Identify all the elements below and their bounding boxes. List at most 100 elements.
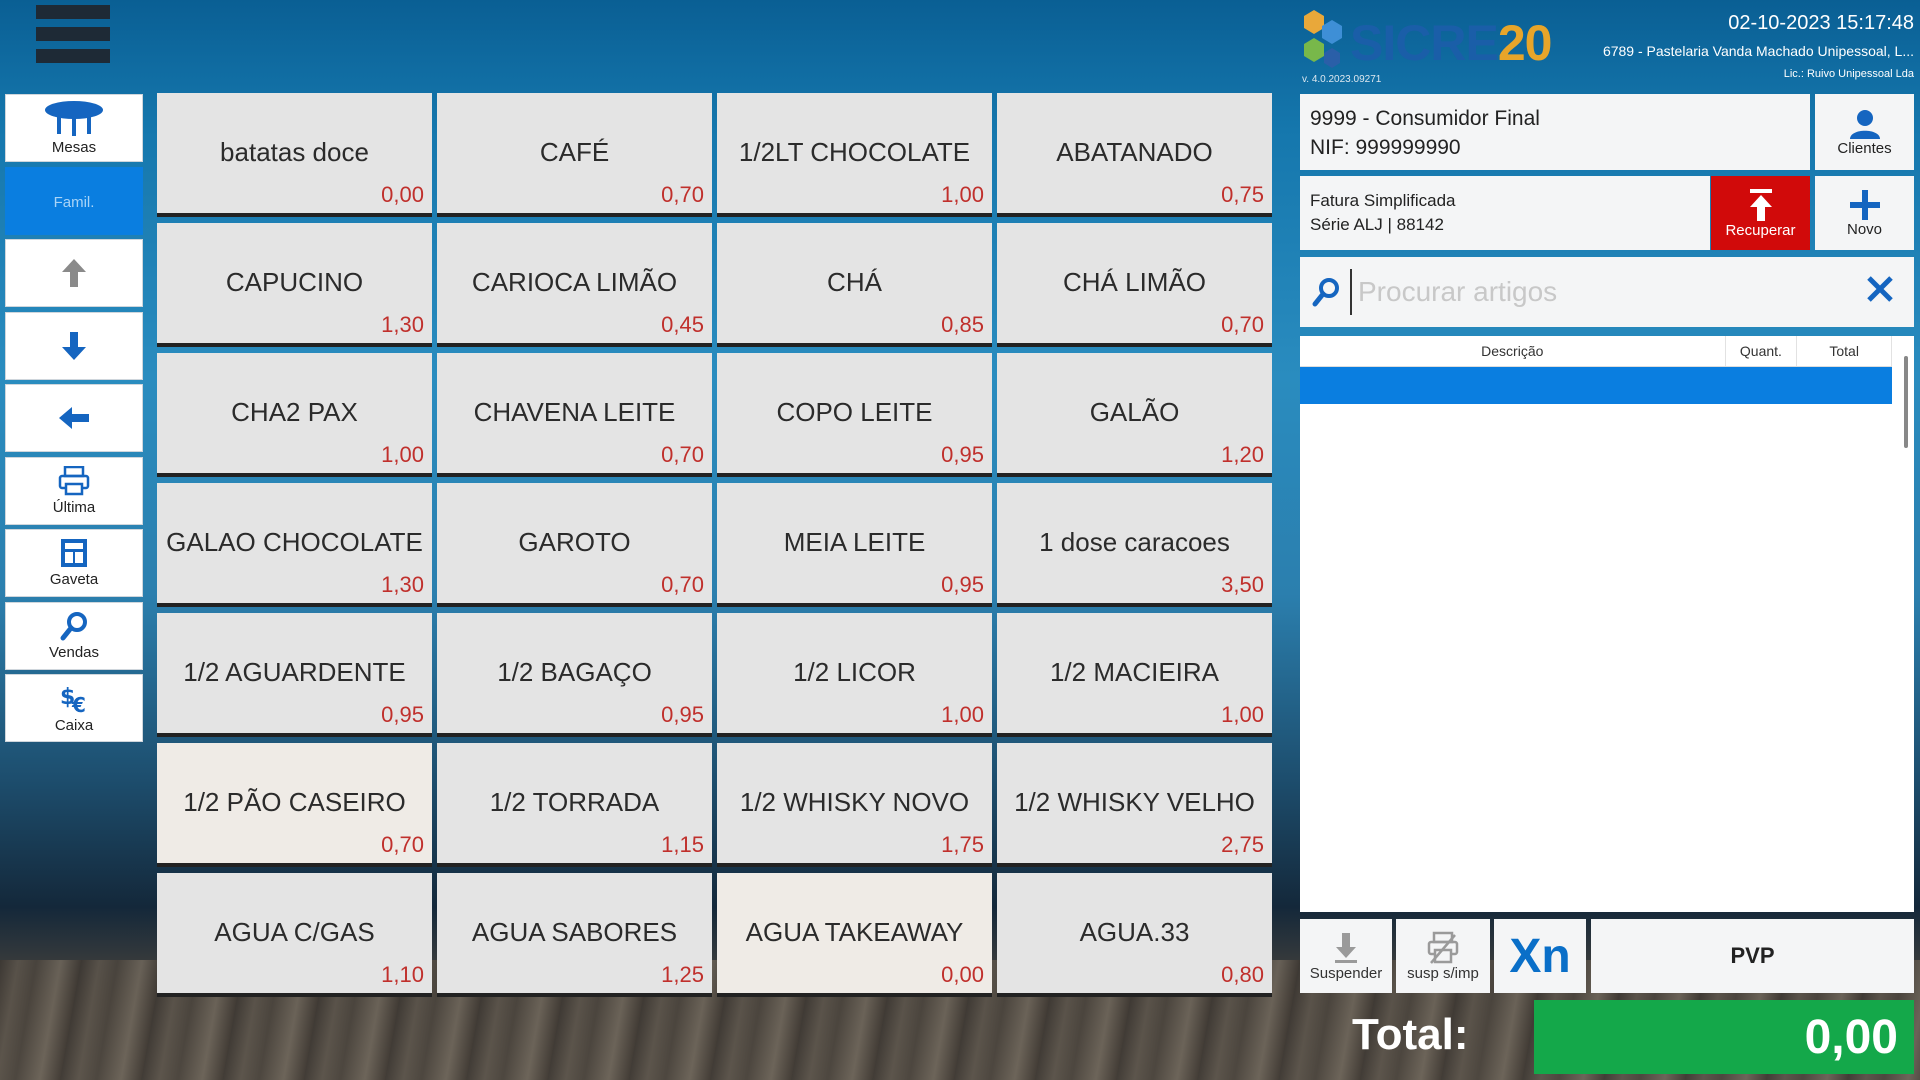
caixa-button[interactable]: $ € Caixa — [5, 674, 143, 742]
ultima-button[interactable]: Última — [5, 456, 143, 525]
product-price: 0,95 — [381, 702, 424, 727]
product-name: GALAO CHOCOLATE — [166, 527, 423, 557]
gaveta-button[interactable]: Gaveta — [5, 529, 143, 597]
product-tile[interactable]: CHÁ 0,85 — [717, 223, 992, 347]
sidebar-item-label: Mesas — [51, 139, 97, 156]
product-price: 0,70 — [661, 442, 704, 467]
product-name: batatas doce — [220, 137, 369, 167]
product-price: 1,25 — [661, 962, 704, 987]
licence-label: Lic.: Ruivo Unipessoal Lda — [1783, 68, 1914, 80]
product-tile[interactable]: CHÁ LIMÃO 0,70 — [997, 223, 1272, 347]
logo-number: 20 — [1497, 15, 1553, 71]
scrollbar[interactable] — [1904, 356, 1908, 448]
company-label: 6789 - Pastelaria Vanda Machado Unipesso… — [1602, 43, 1914, 59]
product-price: 1,10 — [381, 962, 424, 987]
client-name: 9999 - Consumidor Final — [1310, 107, 1540, 130]
product-tile[interactable]: AGUA SABORES 1,25 — [437, 873, 712, 997]
product-tile[interactable]: CAFÉ 0,70 — [437, 93, 712, 217]
table-header: Descrição Quant. Total — [1300, 336, 1893, 367]
product-name: 1/2 WHISKY NOVO — [739, 787, 970, 817]
product-price: 0,70 — [381, 832, 424, 857]
product-name: COPO LEITE — [776, 397, 933, 427]
items-table: Descrição Quant. Total — [1300, 336, 1914, 912]
product-tile[interactable]: GALAO CHOCOLATE 1,30 — [157, 483, 432, 607]
product-tile[interactable]: 1/2 AGUARDENTE 0,95 — [157, 613, 432, 737]
sidebar-item-label: Gaveta — [49, 571, 99, 588]
product-price: 0,70 — [661, 182, 704, 207]
client-nif: NIF: 999999990 — [1310, 136, 1461, 159]
novo-button[interactable]: Novo — [1815, 176, 1914, 250]
search-input[interactable] — [1350, 269, 1840, 315]
product-price: 0,85 — [941, 312, 984, 337]
svg-text:€: € — [71, 693, 86, 714]
product-tile[interactable]: AGUA.33 0,80 — [997, 873, 1272, 997]
product-tile[interactable]: CHAVENA LEITE 0,70 — [437, 353, 712, 477]
product-price: 0,70 — [1221, 312, 1264, 337]
menu-icon[interactable] — [36, 5, 110, 71]
product-tile[interactable]: CAPUCINO 1,30 — [157, 223, 432, 347]
product-tile[interactable]: batatas doce 0,00 — [157, 93, 432, 217]
arrow-down-icon — [62, 331, 86, 360]
product-tile[interactable]: 1/2 MACIEIRA 1,00 — [997, 613, 1272, 737]
document-series: Série ALJ | 88142 — [1310, 215, 1444, 234]
product-tile[interactable]: 1/2 TORRADA 1,15 — [437, 743, 712, 867]
product-tile[interactable]: 1 dose caracoes 3,50 — [997, 483, 1272, 607]
product-tile[interactable]: 1/2 WHISKY VELHO 2,75 — [997, 743, 1272, 867]
document-info: Fatura Simplificada Série ALJ | 88142 — [1300, 176, 1710, 250]
scroll-down-button[interactable] — [5, 311, 143, 380]
product-tile[interactable]: CARIOCA LIMÃO 0,45 — [437, 223, 712, 347]
product-tile[interactable]: ABATANADO 0,75 — [997, 93, 1272, 217]
product-tile[interactable]: 1/2 BAGAÇO 0,95 — [437, 613, 712, 737]
pvp-label: PVP — [1730, 943, 1775, 968]
clientes-label: Clientes — [1837, 139, 1892, 157]
product-tile[interactable]: 1/2 PÃO CASEIRO 0,70 — [157, 743, 432, 867]
product-tile[interactable]: 1/2LT CHOCOLATE 1,00 — [717, 93, 992, 217]
novo-label: Novo — [1846, 220, 1883, 238]
product-name: 1/2 PÃO CASEIRO — [183, 787, 406, 817]
product-price: 1,30 — [381, 572, 424, 597]
product-name: MEIA LEITE — [783, 527, 926, 557]
column-header-description[interactable]: Descrição — [1300, 336, 1726, 366]
product-name: CHA2 PAX — [231, 397, 358, 427]
mesas-button[interactable]: Mesas — [5, 94, 143, 162]
recuperar-button[interactable]: Recuperar — [1711, 176, 1810, 250]
susp-sem-imprimir-button[interactable]: susp s/imp — [1396, 919, 1490, 993]
table-row[interactable] — [1300, 367, 1892, 404]
column-header-total[interactable]: Total — [1797, 336, 1893, 366]
product-price: 0,00 — [381, 182, 424, 207]
drawer-icon — [61, 539, 87, 567]
product-tile[interactable]: GAROTO 0,70 — [437, 483, 712, 607]
product-name: 1/2LT CHOCOLATE — [738, 137, 971, 167]
product-price: 0,00 — [941, 962, 984, 987]
product-tile[interactable]: 1/2 WHISKY NOVO 1,75 — [717, 743, 992, 867]
product-name: CAFÉ — [539, 137, 610, 167]
scroll-up-button[interactable] — [5, 239, 143, 307]
product-tile[interactable]: GALÃO 1,20 — [997, 353, 1272, 477]
product-tile[interactable]: MEIA LEITE 0,95 — [717, 483, 992, 607]
famil-button[interactable]: Famil. — [5, 166, 143, 235]
product-tile[interactable]: CHA2 PAX 1,00 — [157, 353, 432, 477]
product-tile[interactable]: AGUA C/GAS 1,10 — [157, 873, 432, 997]
sidebar-item-label: Famil. — [53, 193, 95, 211]
column-header-quantity[interactable]: Quant. — [1726, 336, 1798, 366]
arrow-left-icon — [59, 407, 89, 429]
product-tile[interactable]: 1/2 LICOR 1,00 — [717, 613, 992, 737]
product-tile[interactable]: COPO LEITE 0,95 — [717, 353, 992, 477]
suspender-button[interactable]: Suspender — [1300, 919, 1392, 993]
search-icon — [60, 611, 87, 640]
close-icon[interactable] — [1866, 275, 1894, 303]
back-button[interactable] — [5, 384, 143, 452]
product-price: 1,15 — [661, 832, 704, 857]
product-tile[interactable]: AGUA TAKEAWAY 0,00 — [717, 873, 992, 997]
plus-icon — [1849, 189, 1880, 220]
product-price: 0,95 — [941, 572, 984, 597]
vendas-button[interactable]: Vendas — [5, 601, 143, 670]
product-name: 1/2 AGUARDENTE — [183, 657, 406, 687]
product-name: CHAVENA LEITE — [473, 397, 676, 427]
clientes-button[interactable]: Clientes — [1815, 94, 1914, 170]
pvp-button[interactable]: PVP — [1591, 919, 1914, 993]
multiply-button[interactable]: Xn — [1494, 919, 1586, 993]
download-icon — [1335, 932, 1357, 963]
sidebar-item-label: Caixa — [54, 717, 94, 734]
client-info[interactable]: 9999 - Consumidor Final NIF: 999999990 — [1300, 94, 1810, 170]
